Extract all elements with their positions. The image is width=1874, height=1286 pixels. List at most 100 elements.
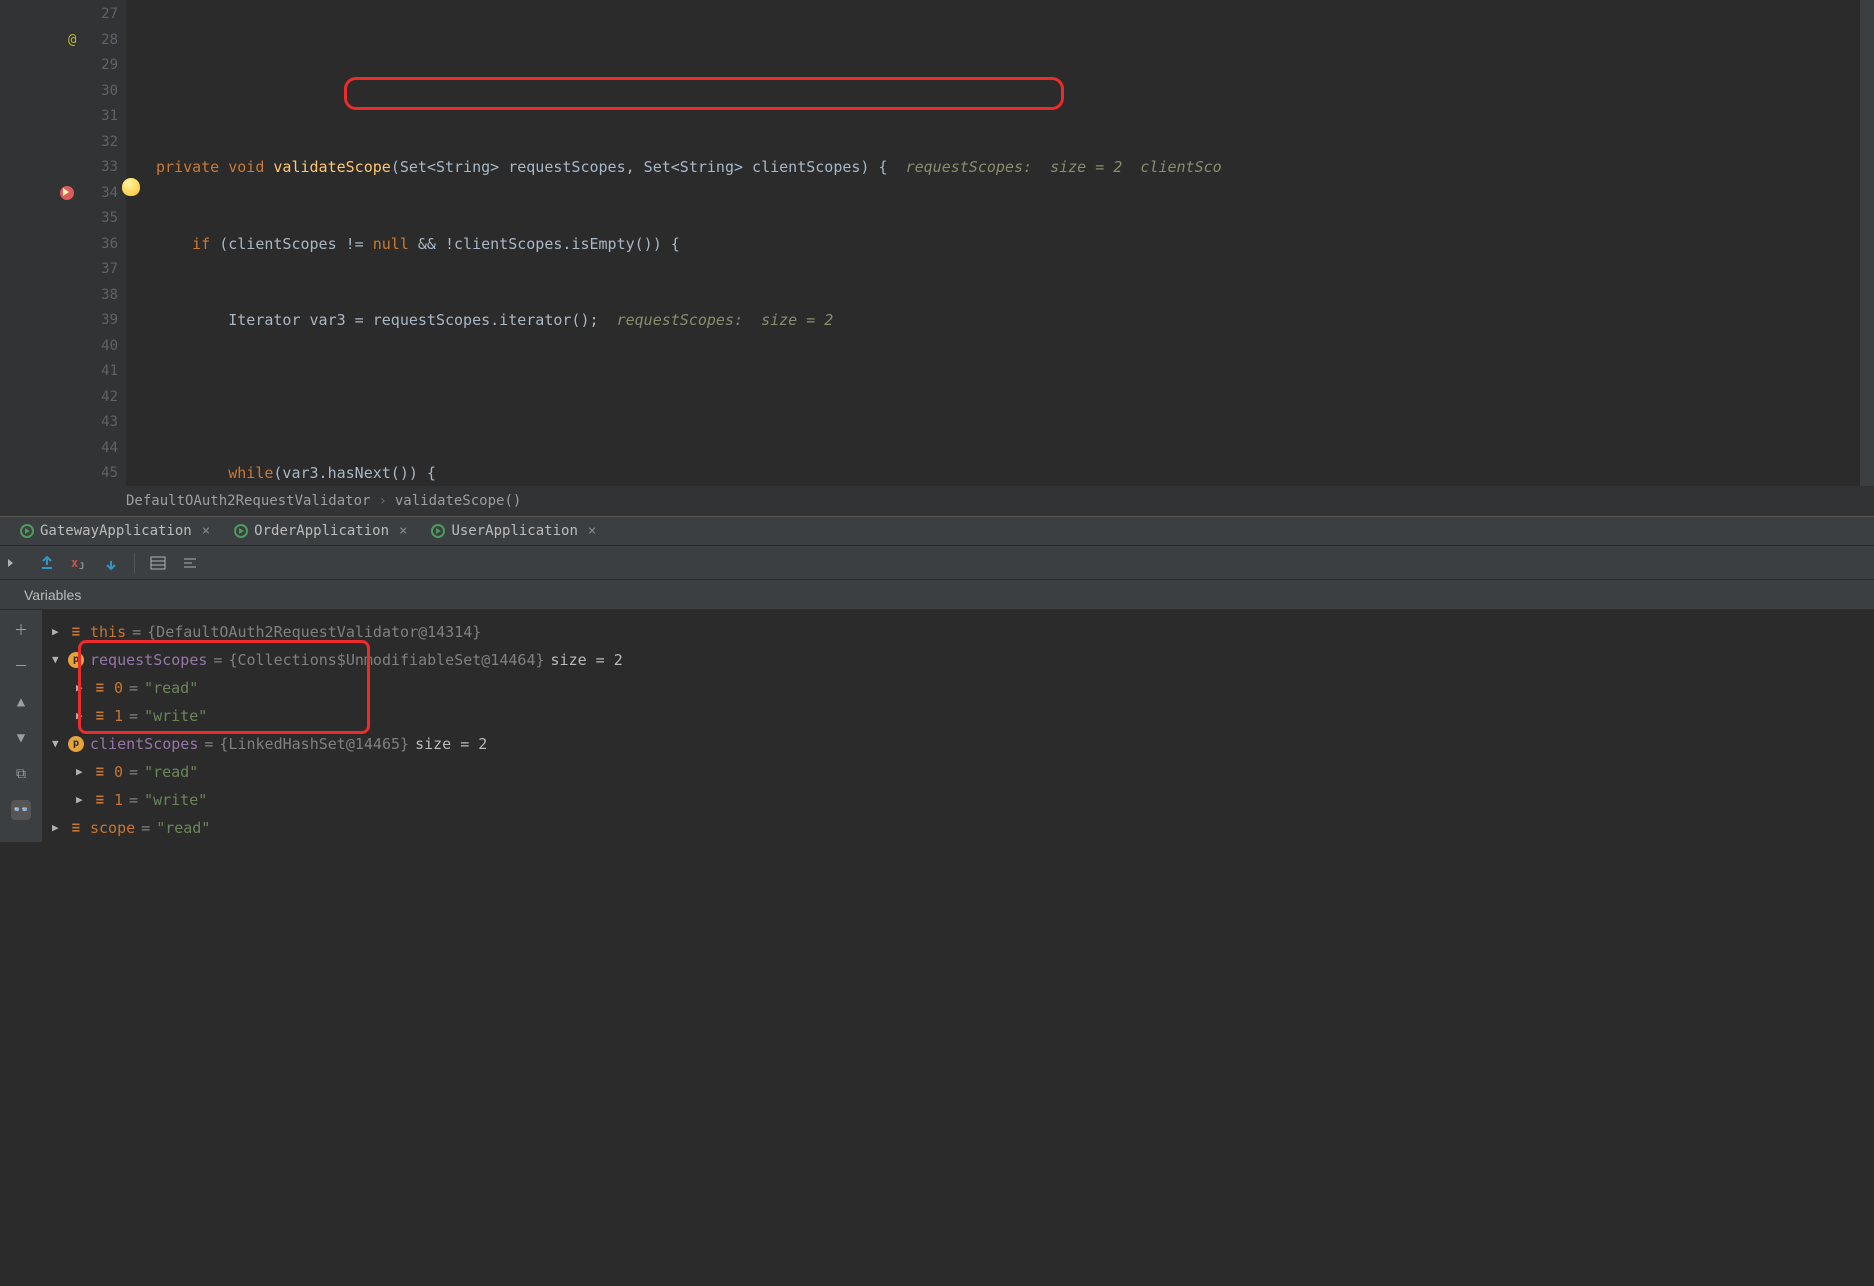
breadcrumb-method[interactable]: validateScope() [395, 493, 521, 509]
trace-icon[interactable] [181, 554, 199, 572]
var-clientscopes[interactable]: ▼ p clientScopes = {LinkedHashSet@14465}… [52, 730, 1874, 758]
code-text: && !clientScopes.isEmpty()) { [409, 235, 680, 253]
line-number: 41 [88, 359, 118, 385]
run-tab-gateway[interactable]: GatewayApplication × [12, 516, 218, 546]
equals: = [129, 674, 138, 702]
var-key: 0 [114, 758, 123, 786]
breadcrumb-separator: › [378, 493, 386, 509]
equals: = [204, 730, 213, 758]
var-requestscopes-1[interactable]: ▶ ≡ 1 = "write" [52, 702, 1874, 730]
line-number: 27 [88, 2, 118, 28]
expand-icon[interactable]: ▶ [52, 814, 62, 842]
var-size: size = 2 [415, 730, 487, 758]
line-number: 39 [88, 308, 118, 334]
var-value: {DefaultOAuth2RequestValidator@14314} [147, 618, 481, 646]
line-number: 36 [88, 232, 118, 258]
debug-side-toolbar: ＋ － ▲ ▼ ⧉ 👓 [0, 610, 42, 842]
copy-icon[interactable]: ⧉ [11, 764, 31, 784]
line-number: 32 [88, 130, 118, 156]
line-number: 28 [88, 28, 118, 54]
equals: = [132, 618, 141, 646]
var-value: "read" [156, 814, 210, 842]
var-name: clientScopes [90, 730, 198, 758]
code-text: (var3.hasNext()) { [273, 464, 436, 482]
var-value: {LinkedHashSet@14465} [219, 730, 409, 758]
step-into-icon[interactable] [38, 554, 56, 572]
var-value: {Collections$UnmodifiableSet@14464} [228, 646, 544, 674]
tab-label: GatewayApplication [40, 523, 192, 539]
code-text: Iterator var3 = requestScopes.iterator()… [228, 311, 598, 329]
expand-icon[interactable]: ▶ [76, 786, 86, 814]
debug-toolbar: xJ [0, 546, 1874, 580]
var-name: requestScopes [90, 646, 207, 674]
var-name: scope [90, 814, 135, 842]
debug-panel: ＋ － ▲ ▼ ⧉ 👓 ▶ ≡ this = {DefaultOAuth2Req… [0, 610, 1874, 842]
param-icon: p [68, 652, 84, 668]
equals: = [129, 758, 138, 786]
inline-hint: requestScopes: size = 2 clientSco [906, 158, 1222, 176]
add-watch-icon[interactable]: ＋ [11, 620, 31, 640]
move-down-icon[interactable]: ▼ [11, 728, 31, 748]
intention-bulb-icon[interactable] [122, 178, 140, 196]
code-content[interactable]: private void validateScope(Set<String> r… [126, 0, 1874, 486]
line-number: 34 [88, 181, 118, 207]
line-number: 37 [88, 257, 118, 283]
equals: = [141, 814, 150, 842]
var-requestscopes-0[interactable]: ▶ ≡ 0 = "read" [52, 674, 1874, 702]
collapse-icon[interactable]: ▼ [52, 646, 62, 674]
field-icon: ≡ [68, 820, 84, 836]
editor-gutter[interactable]: 27 @28 29 30 31 32 33 34 35 36 37 38 39 … [0, 0, 126, 486]
kw-null: null [373, 235, 409, 253]
tab-label: OrderApplication [254, 523, 389, 539]
expand-icon[interactable]: ▶ [52, 618, 62, 646]
variables-tree[interactable]: ▶ ≡ this = {DefaultOAuth2RequestValidato… [42, 610, 1874, 842]
code-editor[interactable]: 27 @28 29 30 31 32 33 34 35 36 37 38 39 … [0, 0, 1874, 486]
step-out-icon[interactable]: xJ [70, 554, 88, 572]
run-tab-user[interactable]: UserApplication × [423, 516, 604, 546]
var-clientscopes-0[interactable]: ▶ ≡ 0 = "read" [52, 758, 1874, 786]
var-clientscopes-1[interactable]: ▶ ≡ 1 = "write" [52, 786, 1874, 814]
method-sig: (Set<String> requestScopes, Set<String> … [391, 158, 888, 176]
svg-text:J: J [79, 562, 84, 571]
breadcrumb-class[interactable]: DefaultOAuth2RequestValidator [126, 493, 370, 509]
collapse-icon[interactable]: ▼ [52, 730, 62, 758]
close-icon[interactable]: × [399, 523, 407, 539]
step-over-icon[interactable] [6, 554, 24, 572]
kw-private: private [156, 158, 219, 176]
close-icon[interactable]: × [202, 523, 210, 539]
expand-icon[interactable]: ▶ [76, 674, 86, 702]
run-configurations-tabs: GatewayApplication × OrderApplication × … [0, 516, 1874, 546]
annotation-marker: @ [68, 28, 76, 54]
var-this[interactable]: ▶ ≡ this = {DefaultOAuth2RequestValidato… [52, 618, 1874, 646]
var-scope[interactable]: ▶ ≡ scope = "read" [52, 814, 1874, 842]
evaluate-expression-icon[interactable] [149, 554, 167, 572]
var-requestscopes[interactable]: ▼ p requestScopes = {Collections$Unmodif… [52, 646, 1874, 674]
equals: = [129, 702, 138, 730]
var-value: "read" [144, 758, 198, 786]
field-icon: ≡ [68, 624, 84, 640]
field-icon: ≡ [92, 764, 108, 780]
line-number: 30 [88, 79, 118, 105]
kw-while: while [228, 464, 273, 482]
variables-panel-header[interactable]: Variables [0, 580, 1874, 610]
var-key: 0 [114, 674, 123, 702]
line-number: 42 [88, 385, 118, 411]
watches-view-icon[interactable]: 👓 [11, 800, 31, 820]
close-icon[interactable]: × [588, 523, 596, 539]
run-tab-order[interactable]: OrderApplication × [226, 516, 415, 546]
expand-icon[interactable]: ▶ [76, 758, 86, 786]
variables-title: Variables [24, 587, 81, 603]
field-icon: ≡ [92, 708, 108, 724]
remove-watch-icon[interactable]: － [11, 656, 31, 676]
field-icon: ≡ [92, 792, 108, 808]
expand-icon[interactable]: ▶ [76, 702, 86, 730]
breakpoint-icon[interactable] [60, 186, 74, 200]
kw-if: if [192, 235, 210, 253]
line-number: 31 [88, 104, 118, 130]
breadcrumb[interactable]: DefaultOAuth2RequestValidator › validate… [0, 486, 1874, 516]
param-icon: p [68, 736, 84, 752]
var-value: "read" [144, 674, 198, 702]
force-step-icon[interactable] [102, 554, 120, 572]
move-up-icon[interactable]: ▲ [11, 692, 31, 712]
code-text: (clientScopes != [210, 235, 373, 253]
